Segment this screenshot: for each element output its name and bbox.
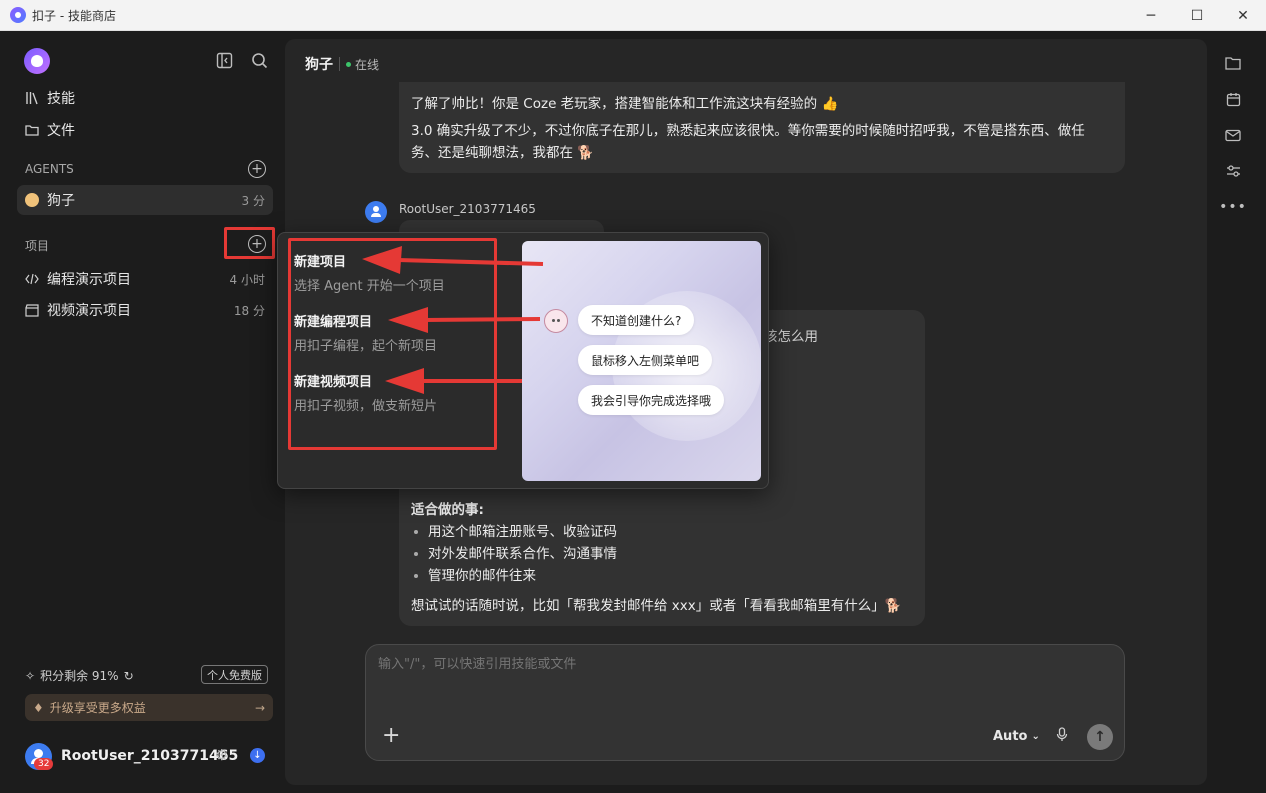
message-composer: + Auto ⌄ ↑ xyxy=(365,644,1125,761)
notification-badge: 32 xyxy=(34,758,54,770)
sidebar-item-label: 文件 xyxy=(47,123,75,139)
closing-line: 想试试的话随时说，比如「帮我发封邮件给 xxx」或者「看看我邮箱里有什么」🐕 xyxy=(411,598,902,614)
highlight-annotation xyxy=(288,238,497,450)
project-item-coding[interactable]: 编程演示项目 4 小时 xyxy=(17,264,273,294)
folder-icon xyxy=(25,124,41,136)
suitable-title: 适合做的事: xyxy=(411,502,484,518)
code-icon xyxy=(25,273,41,285)
mail-icon[interactable] xyxy=(1223,125,1243,145)
project-time: 18 分 xyxy=(233,303,265,318)
project-name: 视频演示项目 xyxy=(47,303,131,319)
close-button[interactable]: ✕ xyxy=(1220,0,1266,31)
user-name: RootUser_2103771465 xyxy=(61,748,239,764)
divider xyxy=(339,57,340,71)
project-name: 编程演示项目 xyxy=(47,272,131,288)
agent-time: 3 分 xyxy=(241,193,265,208)
attach-plus-icon[interactable]: + xyxy=(382,725,400,747)
send-button[interactable]: ↑ xyxy=(1087,724,1113,750)
highlight-annotation xyxy=(224,227,275,259)
projects-section-title: 项目 xyxy=(25,239,50,253)
project-item-video[interactable]: 视频演示项目 18 分 xyxy=(17,295,273,325)
list-item: 用这个邮箱注册账号、收验证码 xyxy=(411,521,891,543)
minimize-button[interactable]: ─ xyxy=(1128,0,1174,31)
user-message-name: RootUser_2103771465 xyxy=(399,202,536,216)
sidebar: 技能 文件 AGENTS + 狗子 3 分 项目 + 编程演示项目 4 小时 视… xyxy=(0,31,285,793)
preview-chip: 我会引导你完成选择哦 xyxy=(578,385,725,415)
microphone-icon[interactable] xyxy=(1056,727,1068,746)
partial-text: 该怎么用 xyxy=(764,329,818,345)
agent-title: 狗子 xyxy=(305,57,333,73)
model-selector[interactable]: Auto ⌄ xyxy=(993,729,1040,744)
mascot-icon xyxy=(544,309,568,333)
upgrade-label: 升级享受更多权益 xyxy=(49,701,146,715)
message-line: 务、还是纯聊想法，我都在 🐕 xyxy=(411,145,595,161)
upgrade-button[interactable]: ♦ 升级享受更多权益 → xyxy=(25,694,273,721)
preview-chip: 不知道创建什么? xyxy=(578,305,695,335)
download-icon[interactable]: ↓ xyxy=(250,748,265,763)
menu-preview-panel: 不知道创建什么? 鼠标移入左侧菜单吧 我会引导你完成选择哦 xyxy=(522,241,761,481)
chat-header: 狗子 在线 xyxy=(305,54,379,74)
list-item: 对外发邮件联系合作、沟通事情 xyxy=(411,543,891,565)
assistant-message: 了解了帅比！你是 Coze 老玩家，搭建智能体和工作流这块有经验的 👍 3.0 … xyxy=(399,82,1125,173)
library-icon xyxy=(25,91,41,105)
online-dot xyxy=(346,61,351,67)
agent-item-gouzi[interactable]: 狗子 3 分 xyxy=(17,185,273,215)
sidebar-item-label: 技能 xyxy=(47,91,75,107)
refresh-icon[interactable]: ↻ xyxy=(124,669,134,683)
list-item: 管理你的邮件往来 xyxy=(411,565,891,587)
more-icon[interactable]: ••• xyxy=(1219,197,1246,217)
search-icon[interactable] xyxy=(249,50,269,70)
message-line: 3.0 确实升级了不少，不过你底子在那儿，熟悉起来应该很快。等你需要的时候随时招… xyxy=(411,123,1085,139)
window-title: 扣子 - 技能商店 xyxy=(32,8,116,23)
title-bar: 扣子 - 技能商店 ─ ☐ ✕ xyxy=(0,0,1266,31)
sparkle-icon: ✧ xyxy=(25,668,36,683)
folder-icon[interactable] xyxy=(1223,53,1243,73)
message-line: 了解了帅比！你是 Coze 老玩家，搭建智能体和工作流这块有经验的 👍 xyxy=(411,96,839,112)
model-label: Auto xyxy=(993,729,1028,744)
online-status: 在线 xyxy=(355,57,380,72)
user-profile[interactable]: 32 RootUser_2103771465 ⚙ ↓ xyxy=(25,742,273,770)
preview-chip: 鼠标移入左侧菜单吧 xyxy=(578,345,713,375)
message-input[interactable] xyxy=(378,657,1078,672)
clapperboard-icon xyxy=(25,303,41,317)
collapse-sidebar-icon[interactable] xyxy=(214,50,234,70)
settings-gear-icon[interactable]: ⚙ xyxy=(215,746,228,764)
calendar-icon[interactable] xyxy=(1223,89,1243,109)
coze-logo-icon[interactable] xyxy=(24,48,50,74)
plan-badge[interactable]: 个人免费版 xyxy=(201,665,268,684)
capabilities-list: 用这个邮箱注册账号、收验证码 对外发邮件联系合作、沟通事情 管理你的邮件往来 xyxy=(411,521,891,587)
sliders-icon[interactable] xyxy=(1223,161,1243,181)
app-logo-icon xyxy=(10,7,26,23)
window-controls: ─ ☐ ✕ xyxy=(1128,0,1266,31)
add-agent-button[interactable]: + xyxy=(248,160,266,178)
arrow-right-icon: → xyxy=(254,700,265,715)
sidebar-item-files[interactable]: 文件 xyxy=(17,115,273,145)
gem-icon: ♦ xyxy=(33,700,44,715)
quota-label: 积分剩余 91% xyxy=(40,669,119,683)
credit-quota: ✧ 积分剩余 91% ↻ xyxy=(25,667,134,684)
agents-section-title: AGENTS xyxy=(25,162,74,176)
user-message-avatar xyxy=(365,201,387,223)
chevron-down-icon: ⌄ xyxy=(1031,731,1040,742)
dog-avatar xyxy=(25,193,41,207)
maximize-button[interactable]: ☐ xyxy=(1174,0,1220,31)
agent-name: 狗子 xyxy=(47,193,75,209)
sidebar-item-skills[interactable]: 技能 xyxy=(17,83,273,113)
project-time: 4 小时 xyxy=(229,272,265,287)
